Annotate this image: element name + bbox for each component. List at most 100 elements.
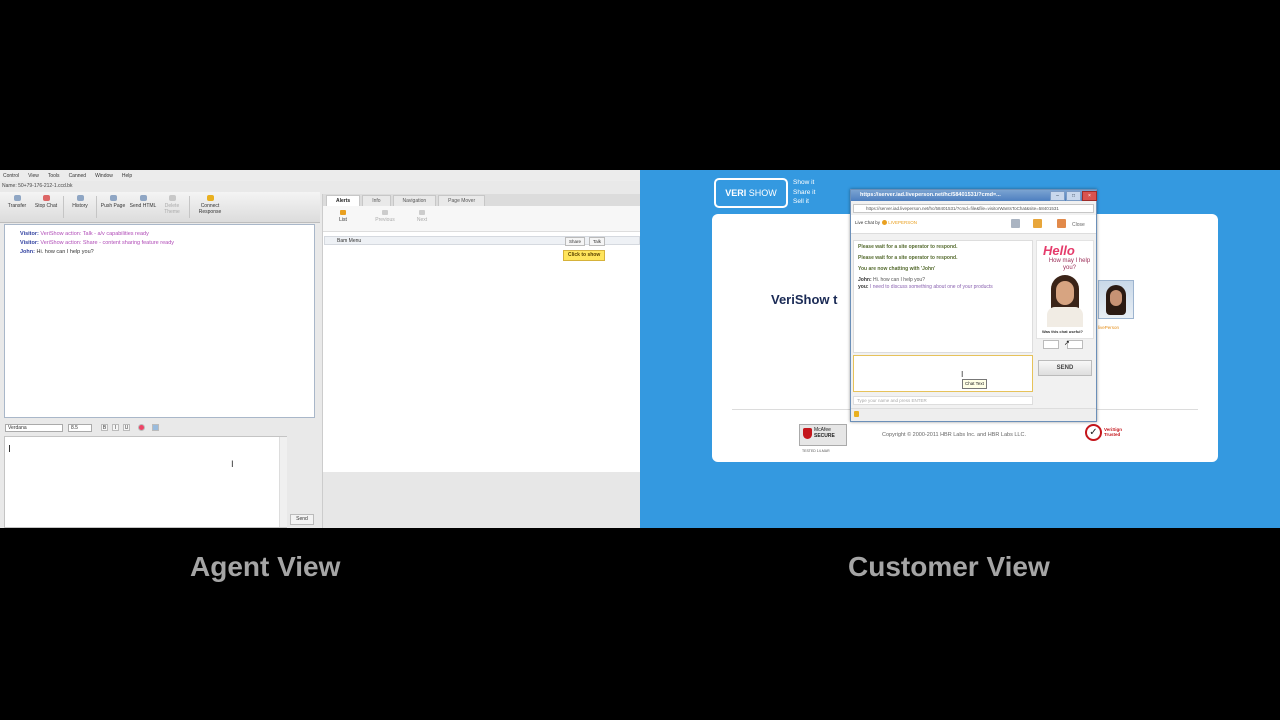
tagline: Show it Share it Sell it [793, 179, 816, 205]
email-icon[interactable] [1033, 219, 1042, 228]
toolbar-divider [96, 196, 97, 218]
message-input[interactable]: I [4, 436, 287, 528]
menu-view[interactable]: View [28, 173, 39, 179]
bold-button[interactable]: B [101, 424, 108, 431]
agent-view-caption: Agent View [190, 551, 341, 582]
transfer-icon [13, 195, 21, 201]
close-chat-button[interactable]: Close [1072, 222, 1085, 228]
font-select[interactable]: Verdana [5, 424, 63, 432]
html-icon [139, 195, 147, 201]
operator-panel: Hello How may I help you? Was this chat … [1036, 240, 1094, 339]
format-toolbar: Verdana 8.5 B I U [2, 422, 318, 434]
agent-console: Control View Tools Canned Window Help Na… [0, 170, 640, 528]
customer-site: VERI SHOW Show it Share it Sell it VeriS… [640, 170, 1280, 528]
list-button[interactable]: List [331, 210, 355, 223]
italic-button[interactable]: I [112, 424, 119, 431]
print-icon[interactable] [1011, 219, 1020, 228]
name-input[interactable]: Type your name and press ENTER [853, 396, 1033, 405]
next-button[interactable]: Next [410, 210, 434, 223]
send-button[interactable]: Send [290, 514, 314, 525]
verishow-logo: VERI SHOW [714, 178, 788, 208]
lock-icon [854, 411, 859, 417]
click-to-show-button[interactable]: Click to show [563, 250, 606, 261]
talk-alert-button[interactable]: Talk [589, 237, 606, 246]
page-title: VeriShow t [771, 292, 838, 307]
tab-navigation[interactable]: Navigation [392, 195, 437, 206]
previous-button[interactable]: Previous [373, 210, 397, 223]
chat-line: Visitor: VeriShow action: Talk - a/v cap… [20, 231, 149, 237]
menu-bar: Control View Tools Canned Window Help [0, 170, 640, 181]
chat-line: John: Hi. how can I help you? [858, 277, 925, 283]
maximize-icon[interactable]: □ [1066, 191, 1081, 201]
popup-send-button[interactable]: SEND [1038, 360, 1092, 376]
side-avatar-label: livePerson [1098, 325, 1120, 330]
emoticon-icon[interactable] [152, 424, 159, 431]
ibeam-cursor-icon: I [961, 370, 964, 379]
color-icon[interactable] [138, 424, 145, 431]
checkmark-icon: ✓ [1085, 424, 1102, 441]
delete-theme-button[interactable]: Delete Theme [158, 195, 186, 215]
copyright: Copyright © 2000-2011 HBR Labs Inc. and … [882, 432, 1026, 438]
operator-avatar-side [1098, 280, 1134, 319]
side-tabs: Alerts Info Navigation Page Mover [323, 194, 640, 206]
history-icon [76, 195, 84, 201]
popup-message-input[interactable]: I Chat Text [853, 355, 1033, 392]
next-icon [419, 210, 425, 215]
minimize-icon[interactable]: – [1050, 191, 1065, 201]
customer-view-caption: Customer View [848, 551, 1050, 582]
menu-help[interactable]: Help [122, 173, 132, 179]
font-size-select[interactable]: 8.5 [68, 424, 92, 432]
list-icon [340, 210, 346, 215]
chat-popup-window: https://server.iad.liveperson.net/hc/584… [850, 189, 1097, 422]
close-icon[interactable]: × [1082, 191, 1097, 201]
push-page-button[interactable]: Push Page [99, 195, 127, 209]
connect-response-button[interactable]: Connect Response [196, 195, 224, 215]
text-caret [9, 445, 10, 452]
ibeam-cursor-icon: I [231, 460, 234, 470]
chat-line: you: I need to discuss something about o… [858, 284, 993, 290]
close-chat-icon[interactable] [1057, 219, 1066, 228]
tab-page-mover[interactable]: Page Mover [438, 195, 486, 206]
side-panel: Alerts Info Navigation Page Mover List P… [322, 194, 640, 528]
popup-header: Live Chat by LIVEPERSON Close [851, 215, 1096, 234]
visitor-name: Name: 50+79-176-212-1.ccd.bk [2, 183, 73, 189]
menu-window[interactable]: Window [95, 173, 113, 179]
menu-tools[interactable]: Tools [48, 173, 60, 179]
menu-control[interactable]: Control [3, 173, 19, 179]
live-chat-label: Live Chat by LIVEPERSON [855, 220, 918, 226]
compose-scrollbar[interactable] [279, 437, 287, 527]
input-tooltip: Chat Text [962, 379, 987, 389]
stop-chat-button[interactable]: Stop Chat [32, 195, 60, 209]
tab-alerts[interactable]: Alerts [326, 195, 361, 206]
popup-url-bar: https://server.iad.liveperson.net/hc/584… [853, 204, 1094, 213]
chat-line: Visitor: VeriShow action: Share - conten… [20, 240, 174, 246]
underline-button[interactable]: U [123, 424, 130, 431]
push-page-icon [109, 195, 117, 201]
verisign-badge[interactable]: ✓ VeriSign Trusted [1085, 424, 1131, 448]
history-button[interactable]: History [66, 195, 94, 209]
popup-chat-transcript: Please wait for a site operator to respo… [853, 240, 1033, 353]
chat-line: John: Hi. how can I help you? [20, 249, 94, 255]
chat-toolbar: Transfer Stop Chat History Push Page Sen… [0, 192, 320, 223]
previous-icon [382, 210, 388, 215]
menu-canned[interactable]: Canned [69, 173, 87, 179]
chat-transcript: Visitor: VeriShow action: Talk - a/v cap… [4, 224, 315, 418]
toolbar-divider [189, 196, 190, 218]
share-alert-button[interactable]: Share [565, 237, 586, 246]
send-html-button[interactable]: Send HTML [129, 195, 157, 209]
tab-info[interactable]: Info [362, 195, 391, 206]
pointer-cursor-icon: ➚ [1064, 340, 1070, 347]
toolbar-divider [63, 196, 64, 218]
liveperson-logo-icon [882, 220, 888, 226]
popup-status-bar [851, 408, 1096, 421]
theme-icon [168, 195, 176, 201]
alerts-toolbar: List Previous Next [323, 206, 640, 232]
alert-row[interactable]: Bam Menu Share Talk [324, 236, 640, 246]
mcafee-shield-icon [803, 428, 812, 439]
mcafee-badge[interactable]: McAfee SECURE TESTED 14-MAR [799, 424, 847, 453]
connect-icon [206, 195, 214, 201]
rating-no[interactable] [1043, 340, 1059, 349]
transfer-button[interactable]: Transfer [3, 195, 31, 209]
window-controls: – □ × [1050, 191, 1097, 201]
stop-icon [42, 195, 50, 201]
